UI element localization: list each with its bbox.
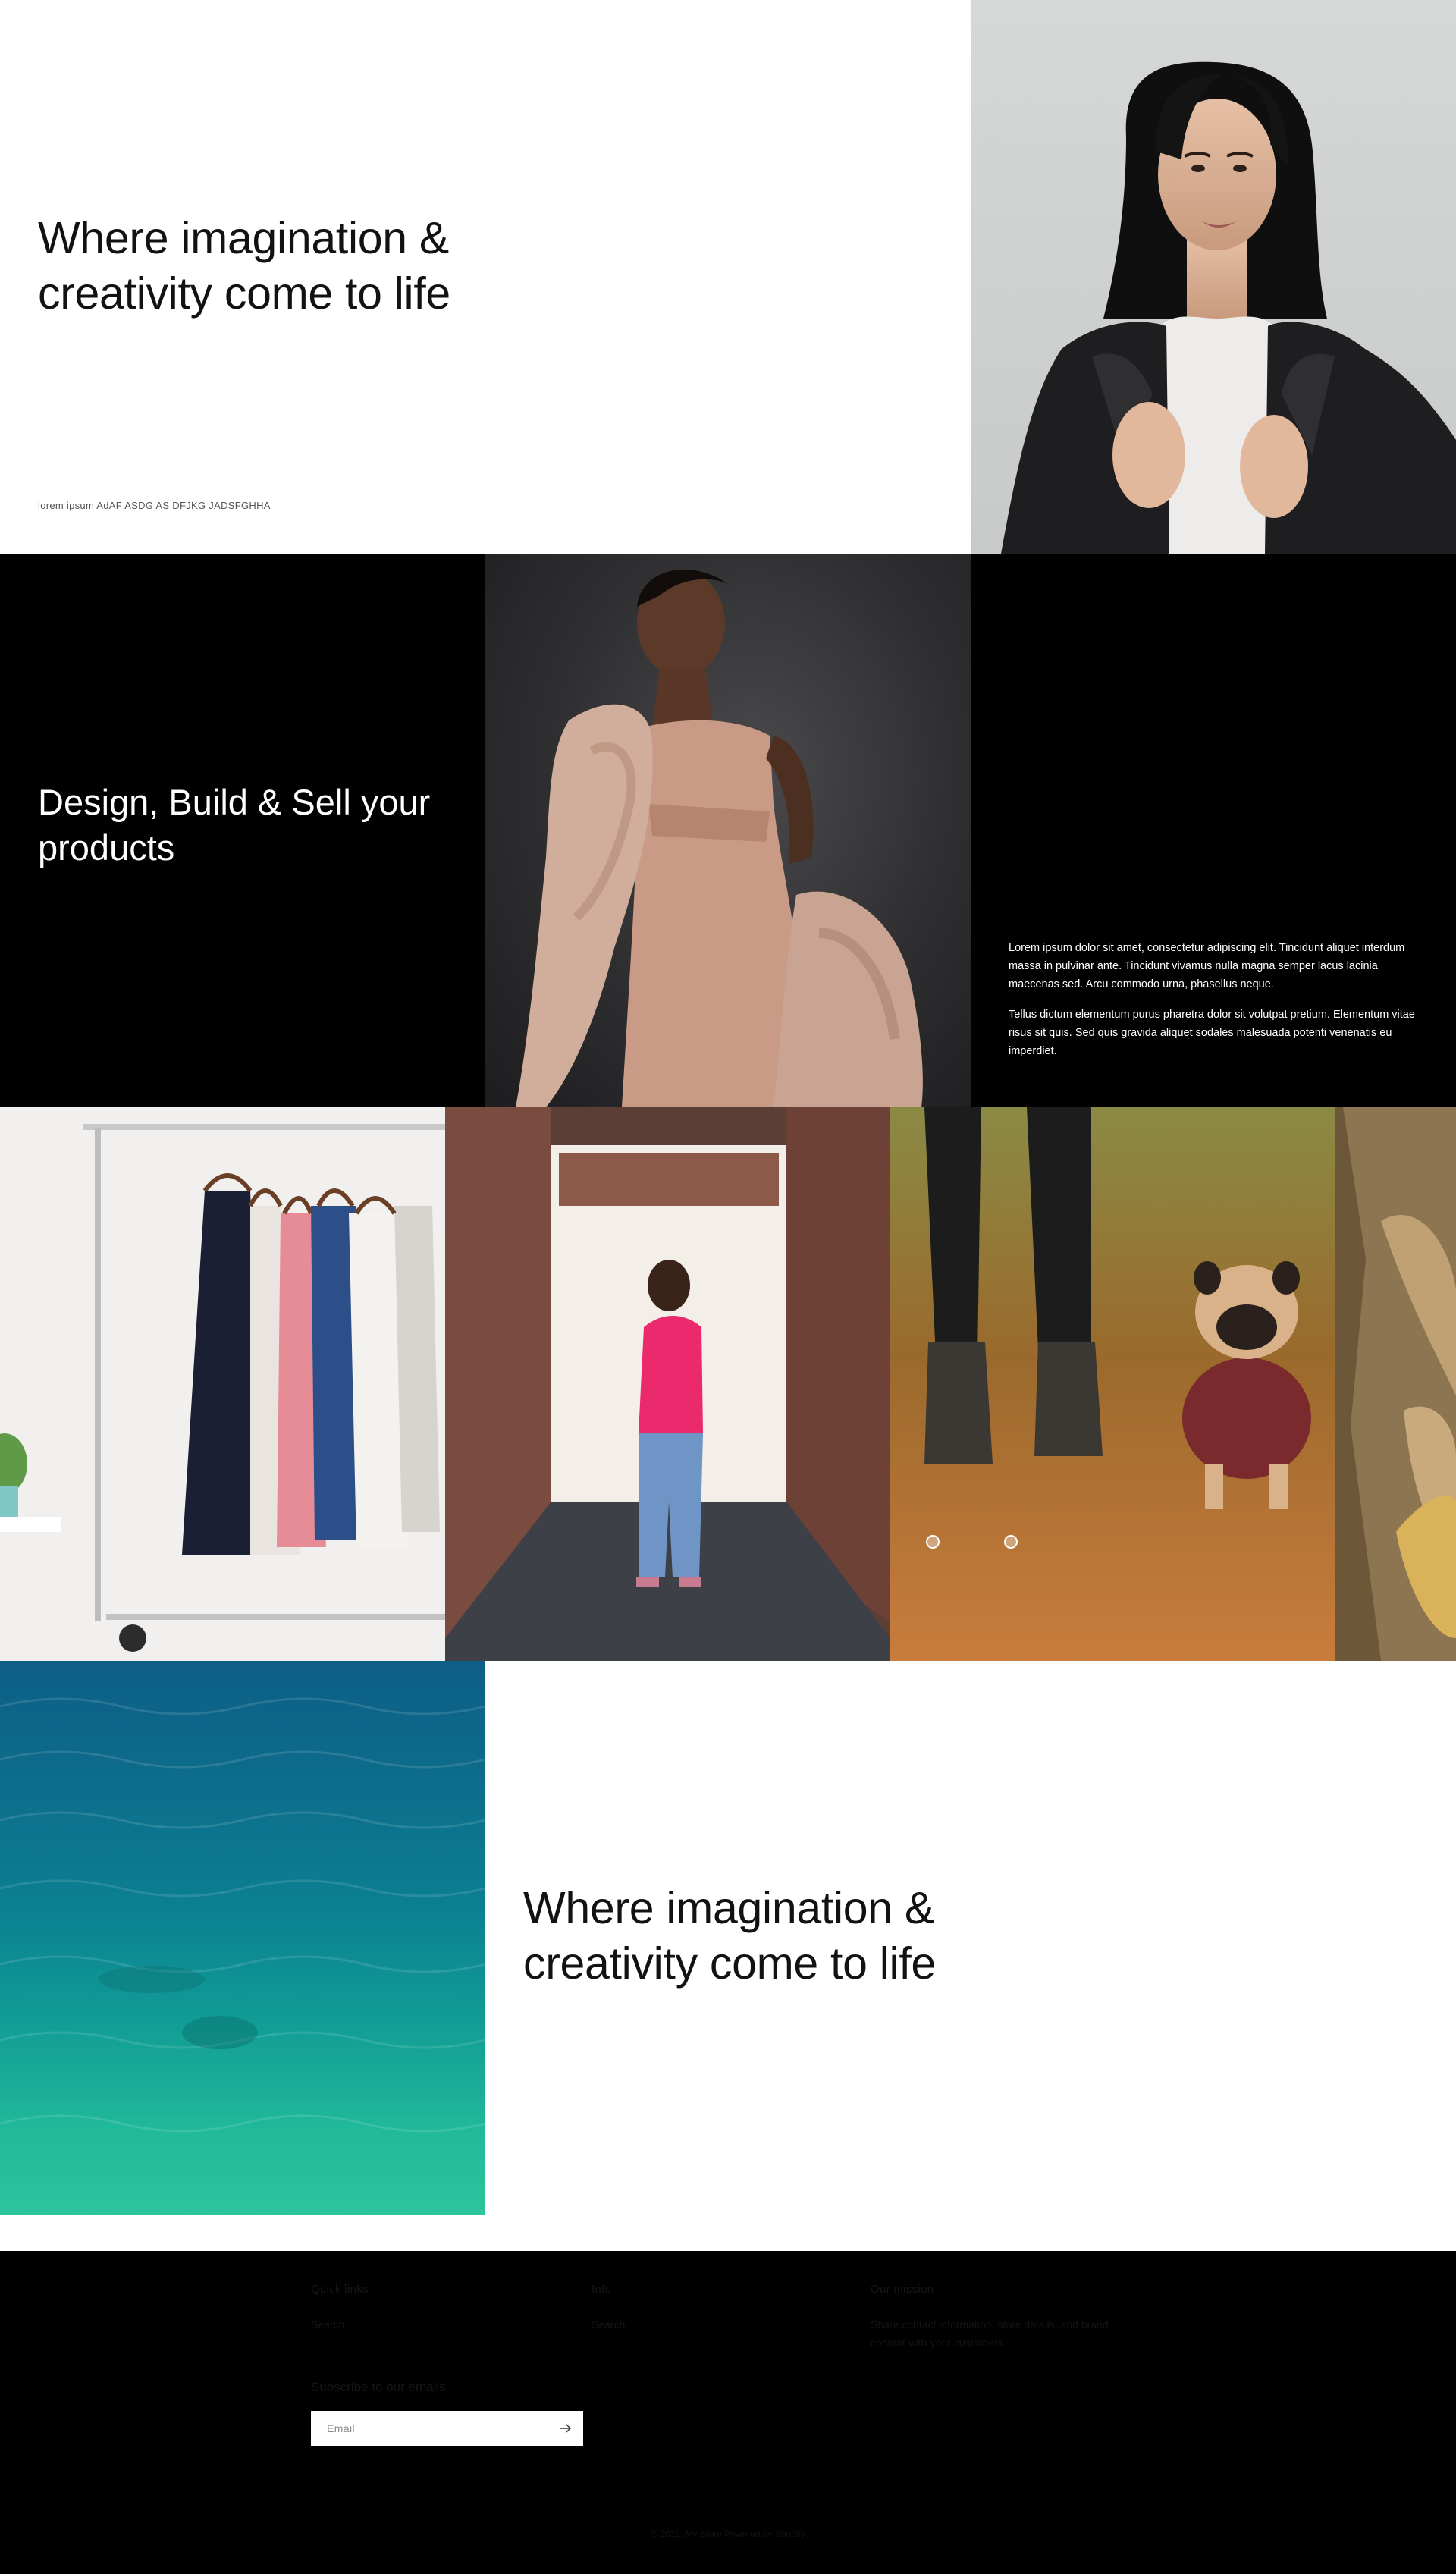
cornfield-illustration xyxy=(1335,1107,1456,1661)
portrait-illustration xyxy=(1001,61,1456,554)
pug-autumn-illustration xyxy=(890,1107,1335,1661)
feature-section: Design, Build & Sell your products Lorem… xyxy=(0,554,1456,1107)
site-footer: Quick links Search Info Search Our missi… xyxy=(0,2251,1456,2574)
arrow-right-icon xyxy=(560,2424,571,2433)
subscribe-button[interactable] xyxy=(549,2412,582,2445)
image-carousel[interactable] xyxy=(0,1107,1456,1661)
feature-title-panel: Design, Build & Sell your products xyxy=(0,554,485,1107)
carousel-slide-clothing-rack xyxy=(0,1107,445,1661)
footer-column-quick-links: Quick links Search xyxy=(311,2283,369,2331)
feature-paragraph-1: Lorem ipsum dolor sit amet, consectetur … xyxy=(1009,942,1405,990)
footer-heading-mission: Our mission xyxy=(871,2283,934,2296)
banner-title: Where imagination & creativity come to l… xyxy=(523,1883,936,1989)
banner-section: Where imagination & creativity come to l… xyxy=(0,1661,1456,2215)
email-input[interactable] xyxy=(312,2412,549,2445)
ocean-water-image xyxy=(0,1661,485,2215)
copyright-text: © 2022, My Store Powered by Shopify xyxy=(651,2528,805,2539)
hero-caption: lorem ipsum AdAF ASDG AS DFJKG JADSFGHHA xyxy=(38,500,271,511)
feature-description: Lorem ipsum dolor sit amet, consectetur … xyxy=(1009,939,1422,1072)
footer-mission-text: Share contact information, store details… xyxy=(871,2318,1109,2349)
feature-title: Design, Build & Sell your products xyxy=(38,782,431,868)
footer-column-mission: Our mission Share contact information, s… xyxy=(871,2283,1121,2352)
carousel-slide-alley xyxy=(445,1107,890,1661)
footer-heading-quick-links: Quick links xyxy=(311,2283,369,2296)
clothing-rack-illustration xyxy=(0,1107,445,1661)
footer-link-search-1[interactable]: Search xyxy=(311,2318,369,2331)
carousel-dot-1[interactable] xyxy=(926,1535,940,1549)
feature-text-panel: Lorem ipsum dolor sit amet, consectetur … xyxy=(971,554,1456,1107)
carousel-slide-cornfield xyxy=(1335,1107,1456,1661)
feature-paragraph-2: Tellus dictum elementum purus pharetra d… xyxy=(1009,1009,1415,1057)
page: Where imagination & creativity come to l… xyxy=(0,0,1456,2574)
hero-section: Where imagination & creativity come to l… xyxy=(0,0,1456,554)
feature-model-image xyxy=(485,554,971,1107)
alley-portrait-illustration xyxy=(445,1107,890,1661)
hero-title: Where imagination & creativity come to l… xyxy=(38,213,450,319)
hero-text-panel: Where imagination & creativity come to l… xyxy=(0,0,971,554)
hero-portrait-image xyxy=(971,0,1456,554)
carousel-slide-pug xyxy=(890,1107,1335,1661)
fur-coat-model-illustration xyxy=(516,569,923,1107)
carousel-dot-2[interactable] xyxy=(1004,1535,1018,1549)
newsletter-form xyxy=(311,2411,583,2446)
ocean-waves-illustration xyxy=(0,1697,485,2133)
subscribe-heading: Subscribe to our emails xyxy=(311,2380,446,2394)
footer-link-search-2[interactable]: Search xyxy=(592,2318,625,2331)
footer-heading-info: Info xyxy=(592,2283,612,2296)
footer-column-info: Info Search xyxy=(592,2283,625,2331)
